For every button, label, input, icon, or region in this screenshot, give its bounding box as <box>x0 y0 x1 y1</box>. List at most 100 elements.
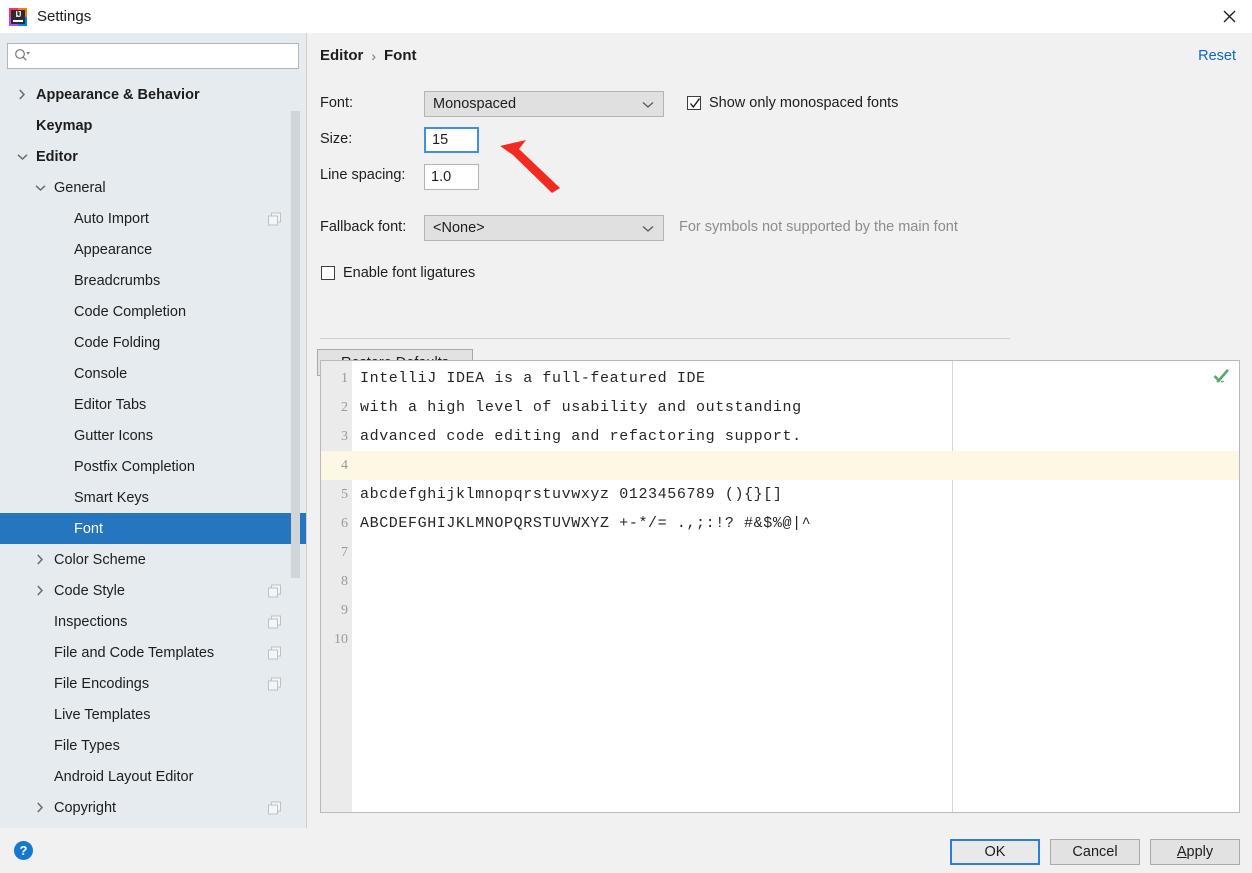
sidebar-item-appearance-behavior[interactable]: Appearance & Behavior <box>0 79 307 110</box>
chevron-right-icon[interactable] <box>32 800 48 816</box>
show-only-monospaced-label: Show only monospaced fonts <box>709 95 899 111</box>
copy-settings-icon[interactable] <box>268 212 281 225</box>
line-text: advanced code editing and refactoring su… <box>360 428 802 445</box>
sidebar-item-auto-import[interactable]: Auto Import <box>0 203 307 234</box>
sidebar-item-label: File Types <box>54 737 120 754</box>
sidebar-item-gutter-icons[interactable]: Gutter Icons <box>0 420 307 451</box>
fallback-font-value: <None> <box>433 220 485 236</box>
font-size-input[interactable]: 15 <box>424 127 479 153</box>
sidebar-item-label: Console <box>74 365 128 382</box>
line-number: 3 <box>341 428 348 444</box>
sidebar-scrollbar-thumb[interactable] <box>291 111 300 578</box>
copy-settings-icon[interactable] <box>268 801 281 814</box>
sidebar-item-label: File Encodings <box>54 675 150 692</box>
sidebar-item-code-completion[interactable]: Code Completion <box>0 296 307 327</box>
search-input[interactable] <box>34 47 284 65</box>
sidebar-item-label: Code Folding <box>74 334 161 351</box>
sidebar-item-file-and-code-templates[interactable]: File and Code Templates <box>0 637 307 668</box>
sidebar-item-label: General <box>54 179 106 196</box>
line-number: 6 <box>341 515 348 531</box>
sidebar-item-copyright[interactable]: Copyright <box>0 792 307 823</box>
breadcrumb-current: Font <box>384 47 417 64</box>
sidebar-item-keymap[interactable]: Keymap <box>0 110 307 141</box>
sidebar-item-android-layout-editor[interactable]: Android Layout Editor <box>0 761 307 792</box>
editor-line: 3 advanced code editing and refactoring s… <box>321 422 1239 451</box>
sidebar-item-label: File and Code Templates <box>54 644 215 661</box>
sidebar-item-label: Inspections <box>54 613 128 630</box>
font-preview-editor[interactable]: 1 IntelliJ IDEA is a full-featured IDE 2 wi… <box>320 360 1240 813</box>
close-icon[interactable] <box>1206 0 1252 33</box>
window-title: Settings <box>37 8 92 25</box>
sidebar-item-label: Auto Import <box>74 210 149 227</box>
sidebar-item-file-types[interactable]: File Types <box>0 730 307 761</box>
sidebar-item-label: Smart Keys <box>74 489 149 506</box>
search-box[interactable] <box>7 43 299 69</box>
enable-font-ligatures-checkbox-row[interactable]: Enable font ligatures <box>321 265 475 281</box>
sidebar-item-font[interactable]: Font <box>0 513 307 544</box>
chevron-down-icon[interactable] <box>32 180 48 196</box>
copy-settings-icon[interactable] <box>268 646 281 659</box>
sidebar-item-live-templates[interactable]: Live Templates <box>0 699 307 730</box>
help-button[interactable]: ? <box>14 841 33 860</box>
font-family-dropdown[interactable]: Monospaced <box>424 91 664 117</box>
chevron-down-icon <box>642 220 654 236</box>
enable-font-ligatures-checkbox[interactable] <box>321 266 335 280</box>
sidebar-item-postfix-completion[interactable]: Postfix Completion <box>0 451 307 482</box>
breadcrumb-separator-icon: › <box>371 47 377 64</box>
sidebar-item-inspections[interactable]: Inspections <box>0 606 307 637</box>
line-number: 8 <box>341 573 348 589</box>
line-text: ABCDEFGHIJKLMNOPQRSTUVWXYZ +-*/= .,;:!? … <box>360 515 812 532</box>
font-family-value: Monospaced <box>433 96 517 112</box>
enable-font-ligatures-label: Enable font ligatures <box>343 265 476 281</box>
line-spacing-input[interactable]: 1.0 <box>424 164 479 190</box>
chevron-down-icon[interactable] <box>14 149 30 165</box>
apply-button[interactable]: Apply <box>1150 839 1240 865</box>
font-size-value: 15 <box>432 132 449 148</box>
cancel-button[interactable]: Cancel <box>1050 839 1140 865</box>
line-spacing-value: 1.0 <box>431 169 452 185</box>
copy-settings-icon[interactable] <box>268 677 281 690</box>
sidebar-item-file-encodings[interactable]: File Encodings <box>0 668 307 699</box>
sidebar-item-label: Appearance & Behavior <box>36 86 200 103</box>
size-label: Size: <box>320 131 353 147</box>
chevron-right-icon[interactable] <box>32 552 48 568</box>
editor-line: 2 with a high level of usability and outs… <box>321 393 1239 422</box>
line-text: abcdefghijklmnopqrstuvwxyz 0123456789 ()… <box>360 486 783 503</box>
sidebar-item-console[interactable]: Console <box>0 358 307 389</box>
sidebar-item-editor-tabs[interactable]: Editor Tabs <box>0 389 307 420</box>
sidebar-item-code-folding[interactable]: Code Folding <box>0 327 307 358</box>
ok-button[interactable]: OK <box>950 839 1040 865</box>
copy-settings-icon[interactable] <box>268 584 281 597</box>
sidebar-item-label: Postfix Completion <box>74 458 195 475</box>
green-checkmark-icon <box>1213 368 1230 387</box>
sidebar-item-code-style[interactable]: Code Style <box>0 575 307 606</box>
editor-line: 6 ABCDEFGHIJKLMNOPQRSTUVWXYZ +-*/= .,;:!?… <box>321 509 1239 538</box>
apply-mnemonic: A <box>1176 844 1187 860</box>
search-icon <box>14 48 32 65</box>
chevron-right-icon[interactable] <box>32 583 48 599</box>
sidebar-item-editor[interactable]: Editor <box>0 141 307 172</box>
sidebar-item-label: Code Completion <box>74 303 187 320</box>
sidebar-item-label: Appearance <box>74 241 153 258</box>
editor-line: 4 <box>321 451 1239 480</box>
sidebar-item-label: Android Layout Editor <box>54 768 194 785</box>
reset-link[interactable]: Reset <box>1198 48 1236 64</box>
show-only-monospaced-checkbox-row[interactable]: Show only monospaced fonts <box>687 95 898 111</box>
sidebar-item-general[interactable]: General <box>0 172 307 203</box>
chevron-right-icon[interactable] <box>14 87 30 103</box>
sidebar-item-breadcrumbs[interactable]: Breadcrumbs <box>0 265 307 296</box>
sidebar-item-color-scheme[interactable]: Color Scheme <box>0 544 307 575</box>
settings-tree[interactable]: Appearance & Behavior Keymap Editor General… <box>0 79 307 828</box>
copy-settings-icon[interactable] <box>268 615 281 628</box>
sidebar-scrollbar-track[interactable] <box>291 79 300 828</box>
fallback-font-hint: For symbols not supported by the main fo… <box>679 219 958 235</box>
fallback-font-dropdown[interactable]: <None> <box>424 215 664 241</box>
sidebar-item-label: Color Scheme <box>54 551 146 568</box>
sidebar-item-appearance[interactable]: Appearance <box>0 234 307 265</box>
sidebar-item-smart-keys[interactable]: Smart Keys <box>0 482 307 513</box>
fallback-font-label: Fallback font: <box>320 219 407 235</box>
editor-line: 1 IntelliJ IDEA is a full-featured IDE <box>321 364 1239 393</box>
show-only-monospaced-checkbox[interactable] <box>687 96 701 110</box>
apply-label-rest: pply <box>1186 844 1214 860</box>
breadcrumb-parent[interactable]: Editor <box>320 47 363 64</box>
